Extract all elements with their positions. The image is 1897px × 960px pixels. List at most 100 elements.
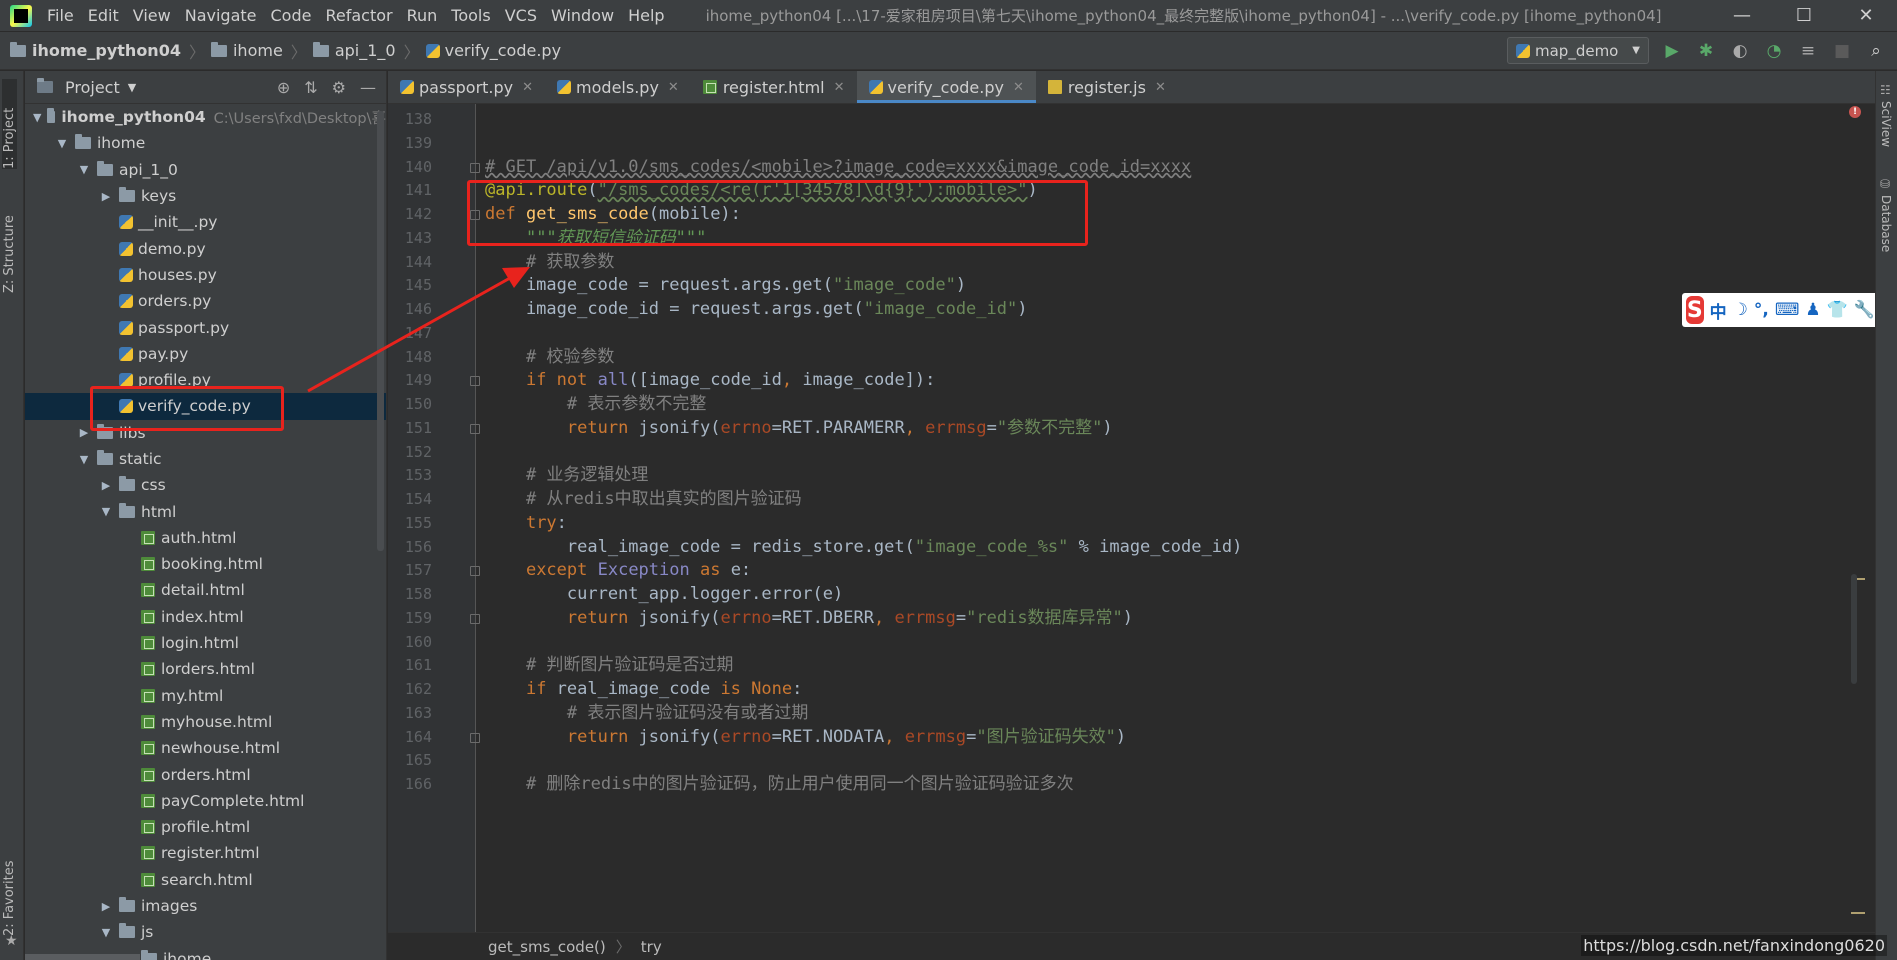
close-icon[interactable]: ✕ <box>1155 80 1166 95</box>
fold-icon[interactable] <box>470 423 480 434</box>
tree-item[interactable]: profile.html <box>25 814 386 840</box>
horizontal-scrollbar[interactable] <box>25 954 140 960</box>
code-line[interactable]: return jsonify(errno=RET.PARAMERR, errms… <box>485 414 1113 442</box>
moon-icon[interactable]: ☽ <box>1733 300 1748 320</box>
error-indicator-icon[interactable]: ! <box>1849 106 1861 118</box>
stop-icon[interactable]: ■ <box>1831 40 1853 62</box>
minimize-icon[interactable]: — <box>1711 0 1773 31</box>
tree-item[interactable]: pay.py <box>25 341 386 367</box>
expand-right-icon[interactable]: ▶ <box>99 479 113 492</box>
fold-icon[interactable] <box>470 376 480 387</box>
tab-project-tool[interactable]: 1: Project <box>2 79 17 169</box>
concurrency-icon[interactable]: ≡ <box>1797 40 1819 62</box>
gear-icon[interactable]: ⚙ <box>332 78 346 97</box>
expand-down-icon[interactable]: ▼ <box>55 137 69 150</box>
tab-models-py[interactable]: models.py ✕ <box>545 71 691 103</box>
run-config-select[interactable]: map_demo ▼ <box>1507 37 1649 64</box>
tab-verify_code-py[interactable]: verify_code.py ✕ <box>856 71 1037 103</box>
tab-structure-tool[interactable]: Z: Structure <box>2 183 17 293</box>
fold-icon[interactable] <box>470 162 480 173</box>
breadcrumb-function[interactable]: get_sms_code() <box>488 938 606 956</box>
expand-down-icon[interactable]: ▼ <box>33 111 41 124</box>
expand-right-icon[interactable]: ▶ <box>99 900 113 913</box>
locate-icon[interactable]: ⊕ <box>277 78 290 97</box>
tree-item[interactable]: ▼ static <box>25 446 386 472</box>
tab-passport-py[interactable]: passport.py ✕ <box>388 71 545 103</box>
tree-item[interactable]: index.html <box>25 604 386 630</box>
tree-item[interactable]: ▼ js <box>25 919 386 945</box>
tree-item[interactable]: ▼ ihome <box>25 130 386 156</box>
tree-item[interactable]: orders.html <box>25 761 386 787</box>
menu-vcs[interactable]: VCS <box>498 0 544 31</box>
expand-down-icon[interactable]: ▼ <box>77 163 91 176</box>
profile-icon[interactable]: ◔ <box>1763 40 1785 62</box>
tree-item[interactable]: my.html <box>25 683 386 709</box>
tab-favorites-tool[interactable]: 2: Favorites <box>2 841 17 936</box>
tab-sciview-tool[interactable]: SciView <box>1879 101 1893 147</box>
collapse-icon[interactable]: ⇅ <box>304 78 317 97</box>
tree-item[interactable]: demo.py <box>25 235 386 261</box>
tree-item[interactable]: lorders.html <box>25 656 386 682</box>
close-icon[interactable]: ✕ <box>522 80 533 95</box>
tab-register-html[interactable]: register.html ✕ <box>691 71 857 103</box>
menu-help[interactable]: Help <box>621 0 671 31</box>
menu-refactor[interactable]: Refactor <box>318 0 399 31</box>
tree-item[interactable]: search.html <box>25 867 386 893</box>
close-icon[interactable]: ✕ <box>1835 0 1897 31</box>
tree-item[interactable]: ▶ css <box>25 472 386 498</box>
user-icon[interactable]: ♟ <box>1805 300 1820 320</box>
project-panel-title[interactable]: Project <box>65 78 120 97</box>
keyboard-icon[interactable]: ⌨ <box>1775 300 1800 320</box>
tree-item[interactable]: myhouse.html <box>25 709 386 735</box>
code-line[interactable]: return jsonify(errno=RET.DBERR, errmsg="… <box>485 604 1133 632</box>
expand-down-icon[interactable]: ▼ <box>99 926 113 939</box>
chevron-down-icon[interactable]: ▼ <box>128 81 136 94</box>
breadcrumb-try[interactable]: try <box>641 938 662 956</box>
tree-item[interactable]: booking.html <box>25 551 386 577</box>
expand-right-icon[interactable]: ▶ <box>99 190 113 203</box>
editor-scrollbar[interactable] <box>1851 574 1857 684</box>
tree-item[interactable]: passport.py <box>25 314 386 340</box>
tree-item[interactable]: auth.html <box>25 525 386 551</box>
code-line[interactable]: # 删除redis中的图片验证码，防止用户使用同一个图片验证码验证多次 <box>485 770 1074 798</box>
expand-down-icon[interactable]: ▼ <box>99 505 113 518</box>
debug-icon[interactable]: ✱ <box>1695 40 1717 62</box>
expand-right-icon[interactable]: ▶ <box>77 426 91 439</box>
tree-item[interactable]: ▶ images <box>25 893 386 919</box>
menu-tools[interactable]: Tools <box>444 0 497 31</box>
scrollbar[interactable] <box>377 111 384 551</box>
menu-edit[interactable]: Edit <box>81 0 126 31</box>
tools-icon[interactable]: 🔧 <box>1854 300 1875 320</box>
tree-item[interactable]: ▼ ihome_python04 C:\Users\fxd\Desktop\喜 <box>25 104 386 130</box>
tree-item[interactable]: payComplete.html <box>25 788 386 814</box>
search-icon[interactable]: ⌕ <box>1865 40 1887 62</box>
code-line[interactable]: return jsonify(errno=RET.NODATA, errmsg=… <box>485 723 1126 751</box>
close-icon[interactable]: ✕ <box>834 80 845 95</box>
menu-code[interactable]: Code <box>264 0 319 31</box>
nav-crumb-project[interactable]: ihome_python04 〉 <box>0 39 211 63</box>
tree-item[interactable]: ▼ html <box>25 498 386 524</box>
menu-file[interactable]: File <box>40 0 81 31</box>
menu-navigate[interactable]: Navigate <box>178 0 264 31</box>
coverage-icon[interactable]: ◐ <box>1729 40 1751 62</box>
tree-item[interactable]: detail.html <box>25 577 386 603</box>
tree-item[interactable]: __init__.py <box>25 209 386 235</box>
nav-crumb-api[interactable]: api_1_0 〉 <box>312 39 426 63</box>
nav-crumb-ihome[interactable]: ihome 〉 <box>210 39 313 63</box>
fold-icon[interactable] <box>470 566 480 577</box>
code-line[interactable]: image_code_id = request.args.get("image_… <box>485 295 1028 323</box>
ime-mode[interactable]: 中 <box>1710 298 1727 323</box>
tree-item[interactable]: orders.py <box>25 288 386 314</box>
menu-window[interactable]: Window <box>544 0 621 31</box>
hide-icon[interactable]: — <box>360 78 376 97</box>
tree-item[interactable]: newhouse.html <box>25 735 386 761</box>
expand-down-icon[interactable]: ▼ <box>77 453 91 466</box>
menu-run[interactable]: Run <box>400 0 445 31</box>
skin-icon[interactable]: 👕 <box>1827 300 1848 320</box>
tree-item[interactable]: login.html <box>25 630 386 656</box>
tree-item[interactable]: ▼ api_1_0 <box>25 157 386 183</box>
tab-database-tool[interactable]: Database <box>1879 195 1893 252</box>
tree-item[interactable]: houses.py <box>25 262 386 288</box>
punctuation-icon[interactable]: °, <box>1754 300 1769 320</box>
tree-item[interactable]: ▶ keys <box>25 183 386 209</box>
